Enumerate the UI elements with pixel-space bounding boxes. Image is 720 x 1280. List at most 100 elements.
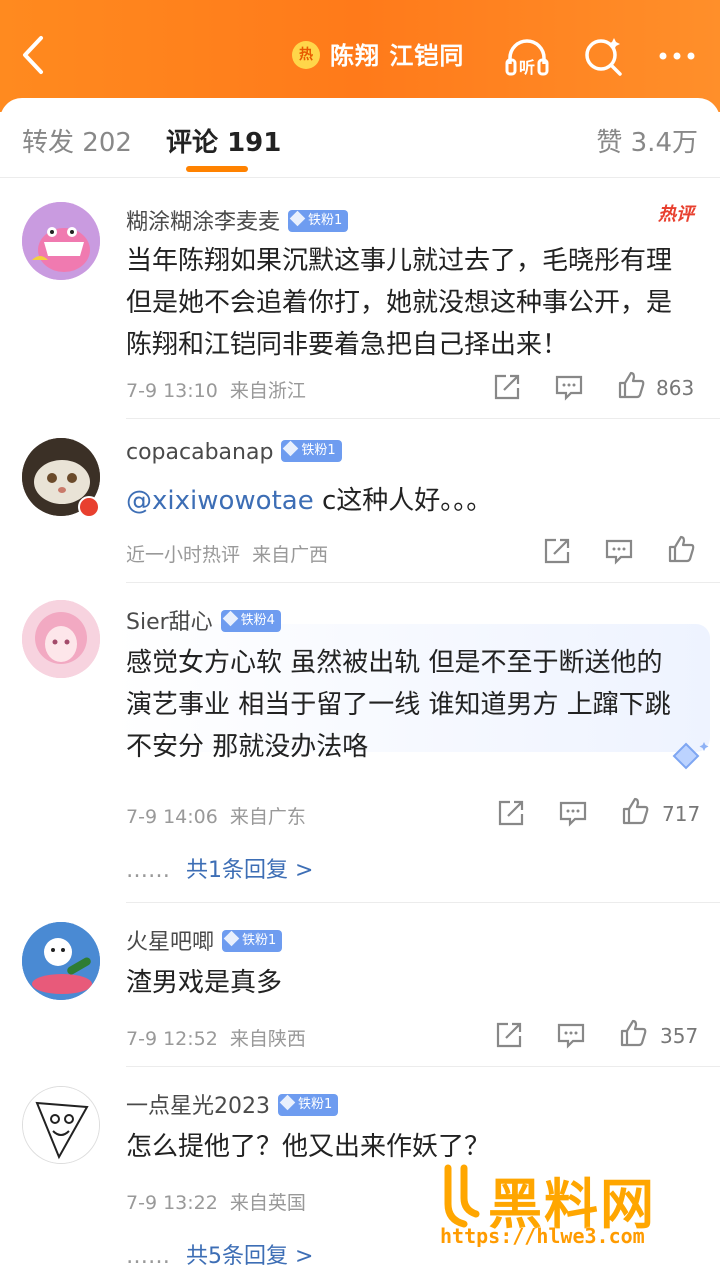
reply-icon[interactable] <box>554 372 584 402</box>
view-replies-link[interactable]: 共1条回复 > <box>186 858 313 883</box>
avatar[interactable] <box>22 202 100 280</box>
comment-item: 糊涂糊涂李麦麦 铁粉1 热评 当年陈翔如果沉默这事儿就过去了，毛晓彤有理但是她不会… <box>0 190 720 420</box>
diamond-icon <box>222 610 238 627</box>
like-icon[interactable] <box>620 796 650 826</box>
comment-meta: 7-9 13:10 来自浙江 <box>126 376 306 403</box>
active-tab-indicator <box>186 166 248 172</box>
tab-comment-label: 评论 <box>166 128 219 158</box>
comment-time: 7-9 12:52 <box>126 1028 218 1050</box>
tab-comment[interactable]: 评论 191 <box>166 122 281 159</box>
back-icon[interactable] <box>14 30 54 80</box>
reply-icon[interactable] <box>558 798 588 828</box>
fan-badge-label: 铁粉1 <box>298 1097 333 1112</box>
share-icon[interactable] <box>494 1020 524 1050</box>
hot-topic-icon: 热 <box>292 41 320 69</box>
username[interactable]: 糊涂糊涂李麦麦 铁粉1 <box>126 204 349 236</box>
username-text: 糊涂糊涂李麦麦 <box>126 210 281 235</box>
comment-meta: 7-9 13:22 来自英国 <box>126 1188 306 1215</box>
comment-meta: 7-9 12:52 来自陕西 <box>126 1024 306 1051</box>
username[interactable]: Sier甜心 铁粉4 <box>126 604 281 636</box>
avatar[interactable] <box>22 922 100 1000</box>
watermark-logo-icon <box>444 1164 480 1228</box>
share-icon[interactable] <box>496 798 526 828</box>
username[interactable]: 火星吧唧 铁粉1 <box>126 924 283 956</box>
like-count: 717 <box>662 802 701 826</box>
topic-title[interactable]: 陈翔 江铠同 <box>330 36 464 71</box>
anime-girl-avatar-icon <box>22 600 100 678</box>
tab-repost[interactable]: 转发 202 <box>22 122 132 159</box>
comment-text: 渣男戏是真多 <box>126 968 283 998</box>
view-replies-link[interactable]: 共5条回复 > <box>186 1244 313 1269</box>
comment-text: 当年陈翔如果沉默这事儿就过去了，毛晓彤有理但是她不会追着你打，她就没想这种事公开… <box>126 246 673 360</box>
watermark-url: https://hlwe3.com <box>440 1224 645 1248</box>
replies-dots: …… <box>126 1244 170 1269</box>
share-icon[interactable] <box>492 372 522 402</box>
fan-badge-label: 铁粉1 <box>308 213 343 228</box>
divider <box>126 418 720 419</box>
tab-comment-count: 191 <box>227 128 282 158</box>
username-text: Sier甜心 <box>126 610 213 635</box>
comment-text: @xixiwowotae c这种人好。。。 <box>126 480 696 522</box>
like-icon[interactable] <box>616 370 646 400</box>
verified-icon <box>78 496 100 518</box>
share-icon[interactable] <box>542 536 572 566</box>
reply-icon[interactable] <box>556 1020 586 1050</box>
comment-location: 来自广东 <box>229 806 306 828</box>
like-icon[interactable] <box>618 1018 648 1048</box>
listen-label: 听 <box>519 58 535 77</box>
username-text: 火星吧唧 <box>126 930 215 955</box>
top-bar: 热 陈翔 江铠同 听 <box>0 0 720 112</box>
cat-cartoon-avatar-icon <box>22 922 100 1000</box>
comment-location: 来自英国 <box>229 1192 306 1214</box>
comment-meta: 7-9 14:06 来自广东 <box>126 802 306 829</box>
shark-avatar-icon <box>22 202 100 280</box>
comment-item: Sier甜心 铁粉4 感觉女方心软 虽然被出轨 但是不至于断送他的演艺事业 相当于… <box>0 584 720 903</box>
comment-item: 火星吧唧 铁粉1 渣男戏是真多 7-9 12:52 来自陕西 357 <box>0 904 720 1068</box>
tab-bar: 转发 202 评论 191 赞 3.4万 <box>0 98 720 178</box>
tab-like-label: 赞 <box>596 128 623 158</box>
fan-badge: 铁粉1 <box>288 210 349 232</box>
comment-time: 7-9 13:10 <box>126 380 218 402</box>
like-count: 863 <box>656 376 695 400</box>
comment-time: 近一小时热评 <box>126 544 241 566</box>
divider <box>126 582 720 583</box>
like-icon[interactable] <box>666 534 696 564</box>
pizza-doodle-avatar-icon <box>23 1087 99 1163</box>
divider <box>126 1066 720 1067</box>
tab-repost-label: 转发 <box>22 128 75 158</box>
comment-location: 来自浙江 <box>229 380 306 402</box>
username-text: copacabanap <box>126 440 274 465</box>
avatar[interactable] <box>22 1086 100 1164</box>
replies-row[interactable]: …… 共5条回复 > <box>126 1238 313 1270</box>
comment-body: c这种人好。。。 <box>313 486 493 516</box>
comment-time: 7-9 13:22 <box>126 1192 218 1214</box>
watermark: 黑料网 https://hlwe3.com <box>428 1156 716 1260</box>
username[interactable]: 一点星光2023 铁粉1 <box>126 1088 339 1120</box>
username[interactable]: copacabanap 铁粉1 <box>126 440 342 465</box>
diamond-icon <box>283 440 299 457</box>
comment-location: 来自陕西 <box>229 1028 306 1050</box>
fan-badge: 铁粉4 <box>220 610 281 632</box>
more-icon[interactable] <box>652 32 702 80</box>
comment-location: 来自广西 <box>252 544 329 566</box>
listen-icon[interactable]: 听 <box>502 32 552 80</box>
fan-badge: 铁粉1 <box>281 440 342 462</box>
divider <box>126 902 720 903</box>
tab-like[interactable]: 赞 3.4万 <box>596 122 698 159</box>
like-count: 357 <box>660 1024 699 1048</box>
comment-text: 感觉女方心软 虽然被出轨 但是不至于断送他的演艺事业 相当于留了一线 谁知道男方… <box>126 648 671 762</box>
diamond-icon <box>223 930 240 947</box>
diamond-icon <box>279 1094 296 1111</box>
fan-badge-label: 铁粉4 <box>240 613 275 628</box>
user-mention[interactable]: @xixiwowotae <box>126 486 314 516</box>
tab-like-count: 3.4万 <box>630 128 698 158</box>
reply-icon[interactable] <box>604 536 634 566</box>
comment-item: copacabanap 铁粉1 @xixiwowotae c这种人好。。。 近一小… <box>0 420 720 583</box>
search-icon[interactable] <box>578 32 628 80</box>
hot-comment-tag: 热评 <box>658 204 694 225</box>
replies-row[interactable]: …… 共1条回复 > <box>126 852 313 884</box>
tab-repost-count: 202 <box>82 128 132 158</box>
comment-meta: 近一小时热评 来自广西 <box>126 540 328 567</box>
avatar[interactable] <box>22 600 100 678</box>
fan-badge: 铁粉1 <box>278 1094 339 1116</box>
